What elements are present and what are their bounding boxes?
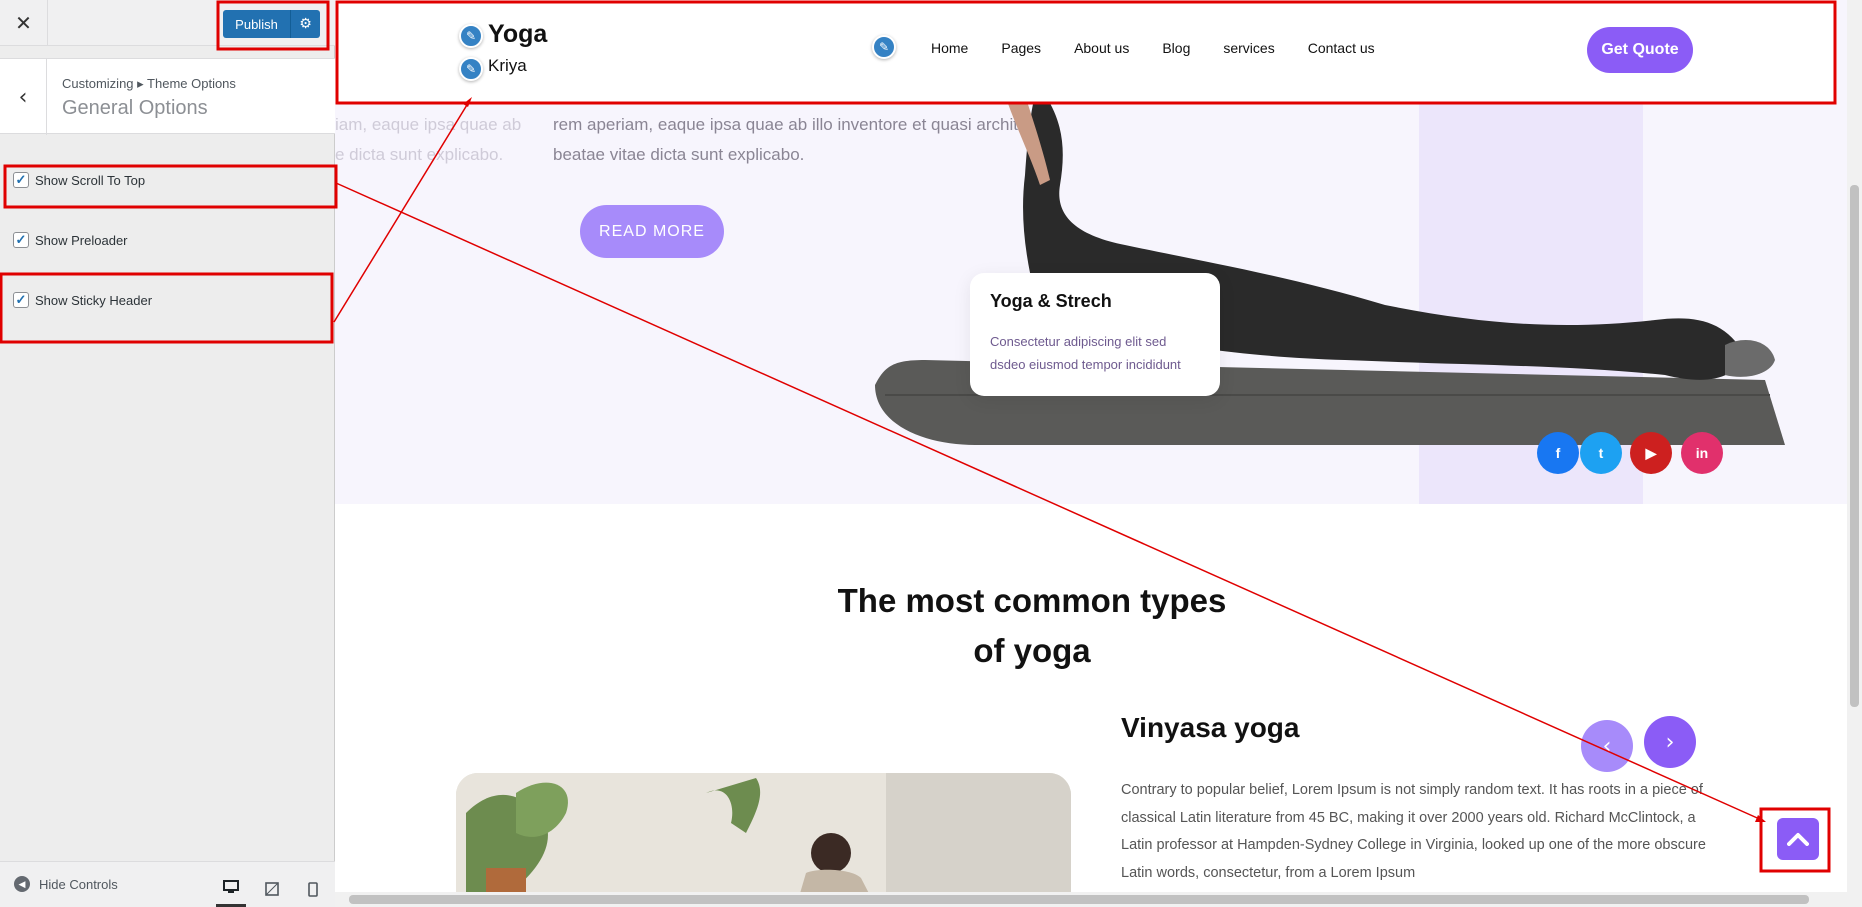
section-title: General Options [62,97,208,119]
chevron-left-icon: ‹ [1602,733,1612,759]
nav-contact[interactable]: Contact us [1308,40,1375,56]
nav-services[interactable]: services [1223,40,1274,56]
vinyasa-title: Vinyasa yoga [1121,712,1300,743]
facebook-button[interactable]: f [1537,432,1579,474]
customizer-footer: ◀ Hide Controls [0,861,335,907]
logo-subtitle: Kriya [488,56,527,75]
section-heading: The most common types of yoga [807,576,1257,676]
hero-faded-line: iam, eaque ipsa quae ab [335,115,522,134]
yoga-class-image [456,773,1071,907]
facebook-icon: f [1555,445,1561,461]
breadcrumb: Customizing ▸ Theme Options [62,76,236,91]
publish-button[interactable]: Publish [223,10,290,38]
next-slide-button[interactable]: › [1644,716,1696,768]
horizontal-scroll-thumb[interactable] [349,895,1809,904]
mobile-icon [308,881,318,897]
get-quote-button[interactable]: Get Quote [1587,27,1693,73]
linkedin-icon: in [1695,445,1709,461]
section-header: ‹ Customizing ▸ Theme Options General Op… [0,58,335,135]
edit-pencil-icon[interactable]: ✎ [459,24,483,48]
chevron-left-icon: ‹ [18,84,28,110]
youtube-button[interactable]: ▶ [1630,432,1672,474]
tablet-preview-button[interactable] [257,870,287,907]
option-label: Show Scroll To Top [35,172,146,188]
option-show-preloader[interactable]: ✓ Show Preloader [13,232,128,248]
youtube-icon: ▶ [1645,444,1657,461]
option-label: Show Sticky Header [35,292,153,308]
desktop-icon [223,880,239,893]
publish-group: Publish ⚙ [223,10,320,38]
nav-pages[interactable]: Pages [1001,40,1041,56]
close-icon: ✕ [15,11,32,35]
yoga-card: Yoga & Strech Consectetur adipiscing eli… [970,273,1220,396]
hero-faded-line: e dicta sunt explicabo. [335,145,504,164]
prev-slide-button[interactable]: ‹ [1581,720,1633,772]
screen: ✕ Publish ⚙ ‹ Customizing ▸ Theme Option… [0,0,1862,907]
gear-icon: ⚙ [299,16,312,32]
scroll-to-top-button[interactable] [1777,818,1819,860]
site-header: ✎ Yoga ✎ Kriya ✎ Home Pages About us Blo… [335,0,1837,102]
vinyasa-text: Contrary to popular belief, Lorem Ipsum … [1121,782,1706,881]
publish-settings-button[interactable]: ⚙ [290,10,320,38]
option-show-sticky-header[interactable]: ✓ Show Sticky Header [13,292,152,308]
site-preview: iam, eaque ipsa quae ab e dicta sunt exp… [335,0,1862,907]
hero-text-faded: iam, eaque ipsa quae ab e dicta sunt exp… [335,110,521,170]
chevron-up-icon [1787,833,1809,846]
customizer-header: ✕ Publish ⚙ [0,0,335,46]
card-text: Consectetur adipiscing elit sed dsdeo ei… [990,334,1181,372]
tablet-icon [265,882,279,896]
checkbox[interactable]: ✓ [13,172,29,188]
collapse-icon: ◀ [14,876,30,892]
option-show-scroll-to-top[interactable]: ✓ Show Scroll To Top [13,172,145,188]
twitter-icon: t [1598,445,1604,461]
edit-pencil-icon[interactable]: ✎ [872,35,896,59]
logo-title[interactable]: Yoga [488,20,547,49]
main-nav: Home Pages About us Blog services Contac… [931,40,1408,56]
nav-about[interactable]: About us [1074,40,1129,56]
edit-pencil-icon[interactable]: ✎ [459,57,483,81]
section-heading-line: of yoga [973,632,1091,669]
vertical-scroll-thumb[interactable] [1850,185,1859,707]
checkbox[interactable]: ✓ [13,232,29,248]
card-title: Yoga & Strech [990,291,1112,311]
chevron-right-icon: › [1665,729,1675,755]
read-more-button[interactable]: READ MORE [580,205,724,258]
close-customizer-button[interactable]: ✕ [0,0,48,46]
horizontal-scrollbar[interactable] [335,892,1847,907]
section-heading-line: The most common types [837,582,1227,619]
nav-home[interactable]: Home [931,40,968,56]
checkbox[interactable]: ✓ [13,292,29,308]
back-button[interactable]: ‹ [0,59,47,135]
vertical-scrollbar[interactable] [1847,0,1862,907]
desktop-preview-button[interactable] [216,870,246,907]
nav-blog[interactable]: Blog [1162,40,1190,56]
linkedin-button[interactable]: in [1681,432,1723,474]
customizer-sidebar: ✕ Publish ⚙ ‹ Customizing ▸ Theme Option… [0,0,335,907]
mobile-preview-button[interactable] [298,870,328,907]
twitter-button[interactable]: t [1580,432,1622,474]
option-label: Show Preloader [35,232,128,248]
hide-controls-label: Hide Controls [39,876,118,892]
hide-controls-button[interactable]: ◀ Hide Controls [14,876,118,892]
